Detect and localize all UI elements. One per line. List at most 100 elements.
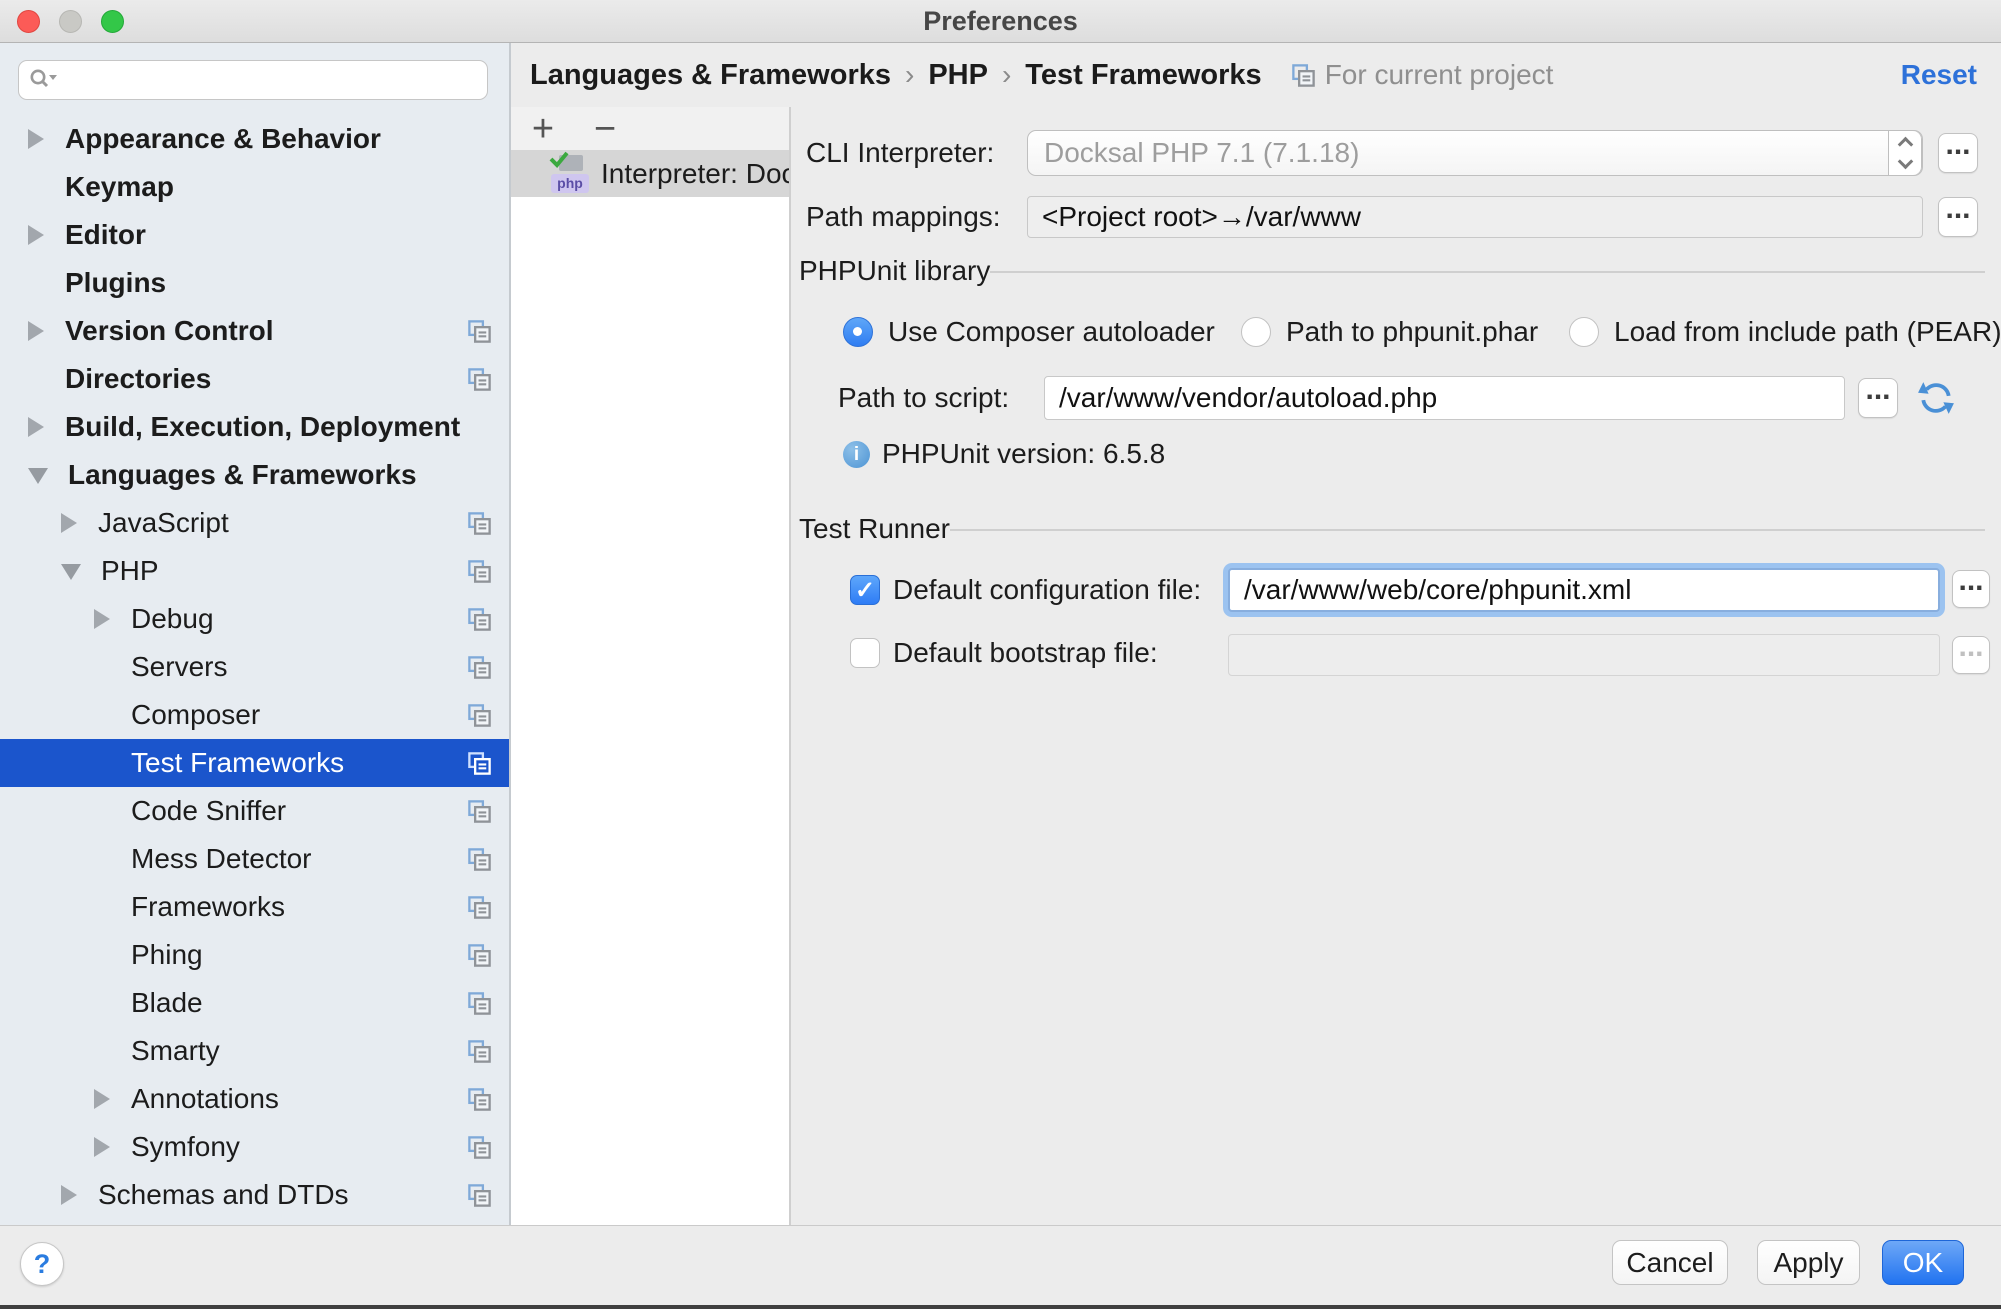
search-field[interactable] <box>18 60 488 100</box>
default-bootstrap-field[interactable] <box>1228 634 1940 676</box>
path-mappings-field[interactable]: <Project root>→/var/www <box>1027 196 1923 238</box>
combo-stepper[interactable] <box>1888 130 1922 176</box>
default-config-field[interactable]: /var/www/web/core/phpunit.xml <box>1228 568 1940 612</box>
tree-arrow-icon[interactable] <box>28 417 45 437</box>
cli-interpreter-browse-button[interactable]: ... <box>1938 133 1978 173</box>
sidebar-item[interactable]: Keymap <box>0 163 509 211</box>
tree-arrow-icon[interactable] <box>61 513 78 533</box>
default-bootstrap-checkbox[interactable] <box>850 638 880 668</box>
sidebar-item[interactable]: Debug <box>0 595 509 643</box>
tree-arrow-icon[interactable] <box>28 177 45 197</box>
tree-arrow-icon[interactable] <box>28 273 45 293</box>
radio-unselected-icon[interactable] <box>1569 317 1599 347</box>
sidebar-item[interactable]: Symfony <box>0 1123 509 1171</box>
sidebar-item[interactable]: Schemas and DTDs <box>0 1171 509 1219</box>
per-project-icon <box>466 366 493 393</box>
scope-label: For current project <box>1325 59 1554 91</box>
tree-arrow-icon[interactable] <box>28 225 45 245</box>
search-options-caret-icon <box>49 75 57 80</box>
tree-arrow-icon[interactable] <box>94 1041 111 1061</box>
question-icon: ? <box>34 1249 51 1279</box>
apply-button[interactable]: Apply <box>1757 1240 1860 1285</box>
sidebar-item-label: Symfony <box>131 1131 240 1163</box>
radio-selected-icon[interactable] <box>843 317 873 347</box>
sidebar-item[interactable]: Languages & Frameworks <box>0 451 509 499</box>
tree-arrow-icon[interactable] <box>94 849 111 869</box>
sidebar-item[interactable]: Annotations <box>0 1075 509 1123</box>
sidebar-item-label: Editor <box>65 219 146 251</box>
sidebar-item[interactable]: Directories <box>0 355 509 403</box>
sidebar-item[interactable]: Mess Detector <box>0 835 509 883</box>
path-to-script-label: Path to script: <box>838 376 1009 420</box>
cli-interpreter-select[interactable]: Docksal PHP 7.1 (7.1.18) <box>1027 130 1923 176</box>
for-current-project-icon <box>1290 62 1317 89</box>
path-to-script-browse-button[interactable]: ... <box>1858 378 1898 418</box>
tree-arrow-icon[interactable] <box>94 753 111 773</box>
tree-arrow-icon[interactable] <box>28 129 45 149</box>
sidebar-item[interactable]: Smarty <box>0 1027 509 1075</box>
tree-arrow-icon[interactable] <box>61 564 81 584</box>
sidebar-item-label: Composer <box>131 699 260 731</box>
sidebar-item[interactable]: Servers <box>0 643 509 691</box>
breadcrumb-php[interactable]: PHP <box>928 59 988 92</box>
sidebar-item[interactable]: Plugins <box>0 259 509 307</box>
tree-arrow-icon[interactable] <box>28 369 45 389</box>
phpunit-version-note: PHPUnit version: 6.5.8 <box>882 437 1165 471</box>
sidebar-item[interactable]: Phing <box>0 931 509 979</box>
help-button[interactable]: ? <box>20 1242 64 1286</box>
tree-arrow-icon[interactable] <box>28 321 45 341</box>
tree-arrow-icon[interactable] <box>94 657 111 677</box>
tree-arrow-icon[interactable] <box>61 1185 78 1205</box>
sidebar-item[interactable]: Blade <box>0 979 509 1027</box>
ok-button[interactable]: OK <box>1882 1240 1964 1285</box>
tree-arrow-icon[interactable] <box>94 897 111 917</box>
sidebar-item-label: Schemas and DTDs <box>98 1179 349 1211</box>
path-mappings-browse-button[interactable]: ... <box>1938 197 1978 237</box>
path-to-script-field[interactable]: /var/www/vendor/autoload.php <box>1044 376 1845 420</box>
ellipsis-icon: ... <box>1945 204 1970 214</box>
sidebar-item[interactable]: Test Frameworks <box>0 739 509 787</box>
radio-phpunit-phar[interactable]: Path to phpunit.phar <box>1241 316 1538 348</box>
per-project-icon <box>466 1086 493 1113</box>
sidebar-item[interactable]: Appearance & Behavior <box>0 115 509 163</box>
default-bootstrap-browse-button[interactable]: ... <box>1952 636 1990 674</box>
sidebar-item-label: Plugins <box>65 267 166 299</box>
add-interpreter-button[interactable]: + <box>525 111 561 147</box>
tree-arrow-icon[interactable] <box>28 468 48 488</box>
tree-arrow-icon[interactable] <box>94 945 111 965</box>
sidebar-item[interactable]: Version Control <box>0 307 509 355</box>
tree-arrow-icon[interactable] <box>94 801 111 821</box>
tree-arrow-icon[interactable] <box>94 705 111 725</box>
breadcrumb-test-frameworks[interactable]: Test Frameworks <box>1025 59 1261 92</box>
tree-arrow-icon[interactable] <box>94 1089 111 1109</box>
radio-include-path-pear[interactable]: Load from include path (PEAR) <box>1569 316 2001 348</box>
sidebar-item[interactable]: Composer <box>0 691 509 739</box>
php-badge: php <box>551 174 589 193</box>
refresh-icon[interactable] <box>1917 379 1955 417</box>
tree-arrow-icon[interactable] <box>94 1137 111 1157</box>
section-separator <box>950 529 1985 531</box>
sidebar-item[interactable]: Frameworks <box>0 883 509 931</box>
reset-link[interactable]: Reset <box>1901 59 1977 91</box>
sidebar-item[interactable]: Build, Execution, Deployment <box>0 403 509 451</box>
chevron-up-icon <box>1897 137 1913 153</box>
interpreter-list-item[interactable]: php Interpreter: Dock <box>511 150 789 197</box>
tree-arrow-icon[interactable] <box>94 609 111 629</box>
phpunit-library-section-title: PHPUnit library <box>799 255 990 287</box>
breadcrumb-languages-frameworks[interactable]: Languages & Frameworks <box>530 59 891 92</box>
sidebar-item[interactable]: PHP <box>0 547 509 595</box>
radio-composer-autoloader[interactable]: Use Composer autoloader <box>843 316 1215 348</box>
cancel-button[interactable]: Cancel <box>1612 1240 1728 1285</box>
cli-interpreter-value: Docksal PHP 7.1 (7.1.18) <box>1044 137 1359 169</box>
sidebar-item[interactable]: Code Sniffer <box>0 787 509 835</box>
section-separator <box>990 271 1985 273</box>
sidebar-item[interactable]: Editor <box>0 211 509 259</box>
remove-interpreter-button[interactable]: − <box>587 111 623 147</box>
default-config-browse-button[interactable]: ... <box>1952 570 1990 608</box>
sidebar-item[interactable]: JavaScript <box>0 499 509 547</box>
search-input[interactable] <box>59 64 477 97</box>
interpreter-list-panel: + − php Interpreter: Dock <box>511 107 789 1225</box>
default-config-checkbox[interactable]: ✓ <box>850 575 880 605</box>
radio-unselected-icon[interactable] <box>1241 317 1271 347</box>
tree-arrow-icon[interactable] <box>94 993 111 1013</box>
